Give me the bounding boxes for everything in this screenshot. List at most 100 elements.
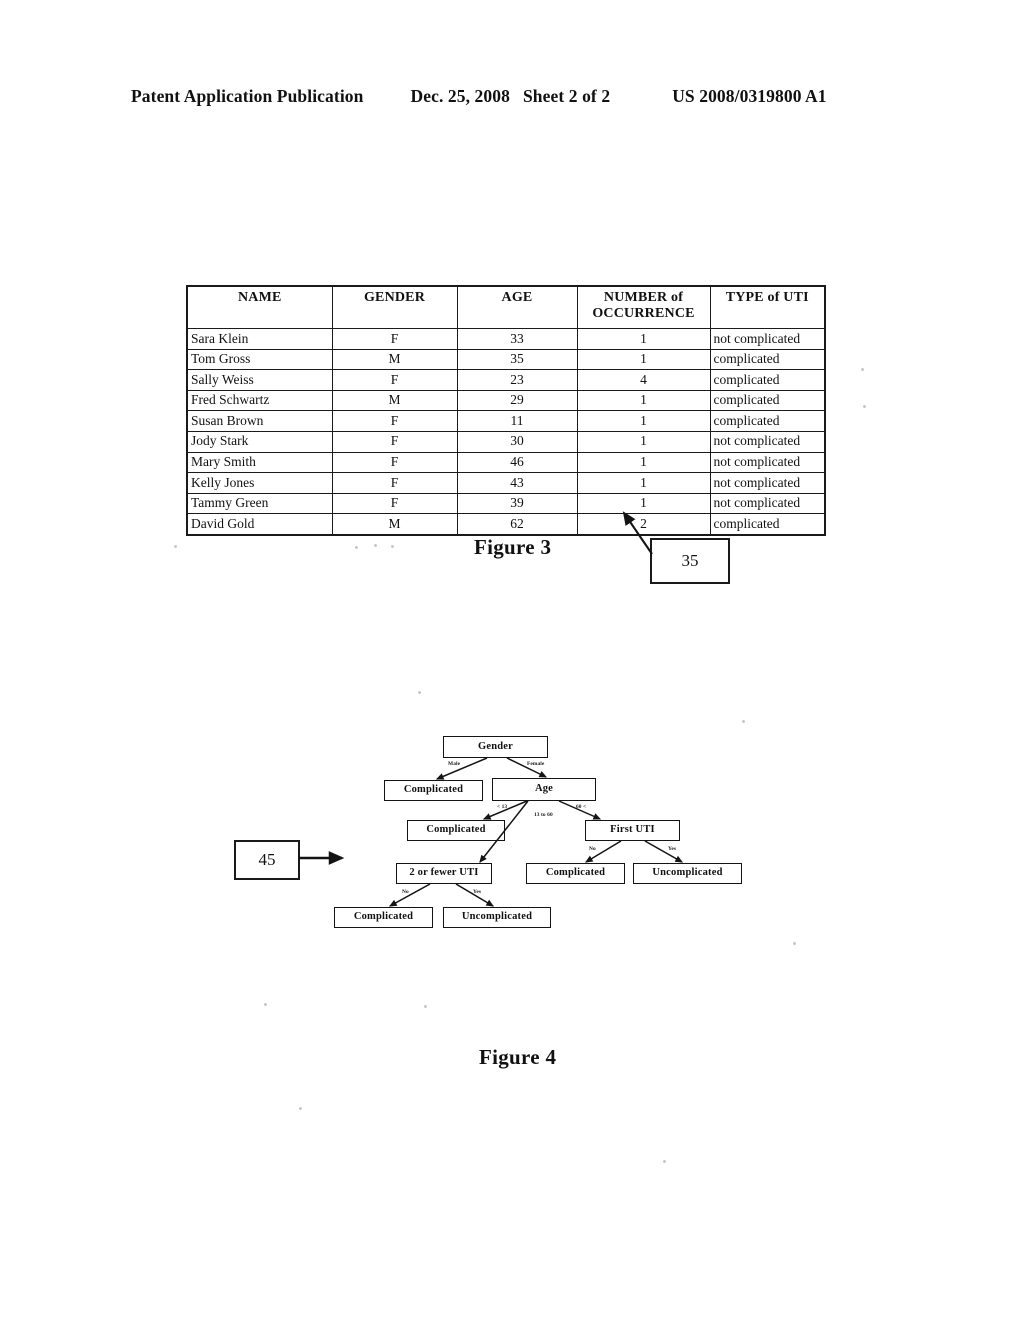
cell-type: complicated: [709, 369, 826, 391]
table-row: Kelly Jones F 43 1 not complicated: [186, 472, 826, 494]
cell-name: Tom Gross: [186, 348, 333, 371]
tree-node-age-label: Age: [534, 783, 554, 795]
patent-number: US 2008/0319800 A1: [672, 86, 827, 106]
cell-gender: F: [331, 328, 458, 350]
figure3-caption: Figure 3: [474, 535, 552, 559]
table-row: Tammy Green F 39 1 not complicated: [186, 492, 826, 515]
edge-two-or-fewer-to-yes: [455, 883, 495, 907]
tree-node-gender-label: Gender: [477, 740, 514, 752]
tree-node-first-uti-yes: Uncomplicated: [633, 863, 742, 884]
cell-name: Susan Brown: [186, 410, 333, 432]
edge-label-female: Female: [527, 761, 545, 767]
cell-type: complicated: [709, 410, 826, 432]
cell-age: 33: [456, 328, 578, 350]
cell-name: Sara Klein: [186, 328, 333, 350]
reference-callout-45: 45: [234, 840, 300, 880]
cell-name: David Gold: [186, 513, 333, 536]
column-header-occurrence: NUMBER of OCCURRENCE: [576, 285, 711, 329]
tree-node-gender: Gender: [443, 736, 548, 758]
cell-occurrence: 2: [576, 513, 711, 536]
cell-gender: F: [331, 472, 458, 494]
cell-age: 62: [456, 513, 578, 536]
scan-speck: [174, 545, 177, 548]
cell-occurrence: 1: [576, 348, 711, 371]
tree-node-two-yes-uncomplicated-label: Uncomplicated: [461, 911, 533, 923]
cell-age: 39: [456, 492, 578, 515]
cell-occurrence: 1: [576, 451, 711, 474]
tree-node-first-uti-no: Complicated: [526, 863, 625, 884]
cell-occurrence: 1: [576, 328, 711, 350]
cell-gender: M: [331, 513, 458, 536]
tree-node-first-uti-no-label: Complicated: [545, 867, 606, 879]
scan-speck: [742, 720, 745, 723]
tree-node-first-uti-label: First UTI: [610, 824, 655, 836]
tree-node-male-complicated: Complicated: [384, 780, 483, 801]
scan-speck: [391, 545, 394, 548]
edge-label-age-under-13: < 13: [497, 804, 508, 810]
tree-node-first-uti: First UTI: [585, 820, 680, 841]
cell-gender: F: [331, 410, 458, 432]
table-row: David Gold M 62 2 complicated: [186, 513, 826, 536]
tree-node-young-complicated-label: Complicated: [426, 824, 486, 836]
edge-label-age-over-60: 60 <: [576, 804, 587, 810]
cell-occurrence: 4: [576, 369, 711, 391]
scan-speck: [374, 544, 377, 547]
occurrence-header-line2: OCCURRENCE: [592, 305, 695, 321]
table-row: Tom Gross M 35 1 complicated: [186, 348, 826, 371]
tree-node-two-yes-uncomplicated: Uncomplicated: [443, 907, 551, 928]
cell-age: 30: [456, 430, 578, 453]
publication-date: Dec. 25, 2008: [410, 86, 510, 106]
column-header-type: TYPE of UTI: [709, 285, 826, 329]
figure4-caption: Figure 4: [479, 1045, 557, 1069]
cell-type: complicated: [709, 513, 826, 536]
column-header-name: NAME: [186, 285, 333, 329]
cell-gender: M: [331, 389, 458, 412]
table-row: Sara Klein F 33 1 not complicated: [186, 328, 826, 350]
cell-type: not complicated: [709, 430, 826, 453]
cell-age: 23: [456, 369, 578, 391]
table-row: Sally Weiss F 23 4 complicated: [186, 369, 826, 391]
cell-type: not complicated: [709, 451, 826, 474]
scan-speck: [264, 1003, 267, 1006]
table-body: Sara Klein F 33 1 not complicated Tom Gross M 3…: [186, 328, 826, 536]
table-row: Susan Brown F 11 1 complicated: [186, 410, 826, 432]
tree-node-two-or-fewer-uti: 2 or fewer UTI: [396, 863, 492, 884]
cell-name: Kelly Jones: [186, 472, 333, 494]
table-row: Fred Schwartz M 29 1 complicated: [186, 389, 826, 412]
tree-node-two-or-fewer-uti-label: 2 or fewer UTI: [409, 867, 479, 879]
scan-speck: [418, 691, 421, 694]
edge-label-first-uti-yes: Yes: [668, 846, 677, 852]
patient-data-table: NAME GENDER AGE NUMBER of OCCURRENCE TYP…: [186, 285, 826, 536]
cell-occurrence: 1: [576, 430, 711, 453]
figure3-table-container: NAME GENDER AGE NUMBER of OCCURRENCE TYP…: [186, 285, 826, 536]
tree-node-male-complicated-label: Complicated: [403, 784, 464, 796]
edge-label-age-13-to-60: 13 to 60: [534, 812, 553, 818]
cell-name: Jody Stark: [186, 430, 333, 453]
edge-label-two-no: No: [402, 889, 409, 895]
cell-name: Sally Weiss: [186, 369, 333, 391]
page-header: Patent Application Publication Dec. 25, …: [131, 86, 893, 112]
cell-name: Mary Smith: [186, 451, 333, 474]
column-header-age: AGE: [456, 285, 578, 329]
edge-first-uti-to-yes: [644, 840, 684, 863]
scan-speck: [863, 405, 866, 408]
publication-label: Patent Application Publication: [131, 86, 364, 106]
cell-age: 35: [456, 348, 578, 371]
cell-gender: F: [331, 369, 458, 391]
scan-speck: [861, 368, 864, 371]
cell-occurrence: 1: [576, 472, 711, 494]
table-row: Jody Stark F 30 1 not complicated: [186, 430, 826, 453]
cell-type: complicated: [709, 389, 826, 412]
cell-type: not complicated: [709, 492, 826, 515]
cell-name: Tammy Green: [186, 492, 333, 515]
cell-type: not complicated: [709, 328, 826, 350]
cell-age: 11: [456, 410, 578, 432]
tree-node-two-no-complicated: Complicated: [334, 907, 433, 928]
reference-callout-35: 35: [650, 538, 730, 584]
cell-gender: F: [331, 451, 458, 474]
cell-occurrence: 1: [576, 389, 711, 412]
tree-node-young-complicated: Complicated: [407, 820, 505, 841]
scan-speck: [424, 1005, 427, 1008]
edge-label-two-yes: Yes: [473, 889, 482, 895]
table-row: Mary Smith F 46 1 not complicated: [186, 451, 826, 474]
